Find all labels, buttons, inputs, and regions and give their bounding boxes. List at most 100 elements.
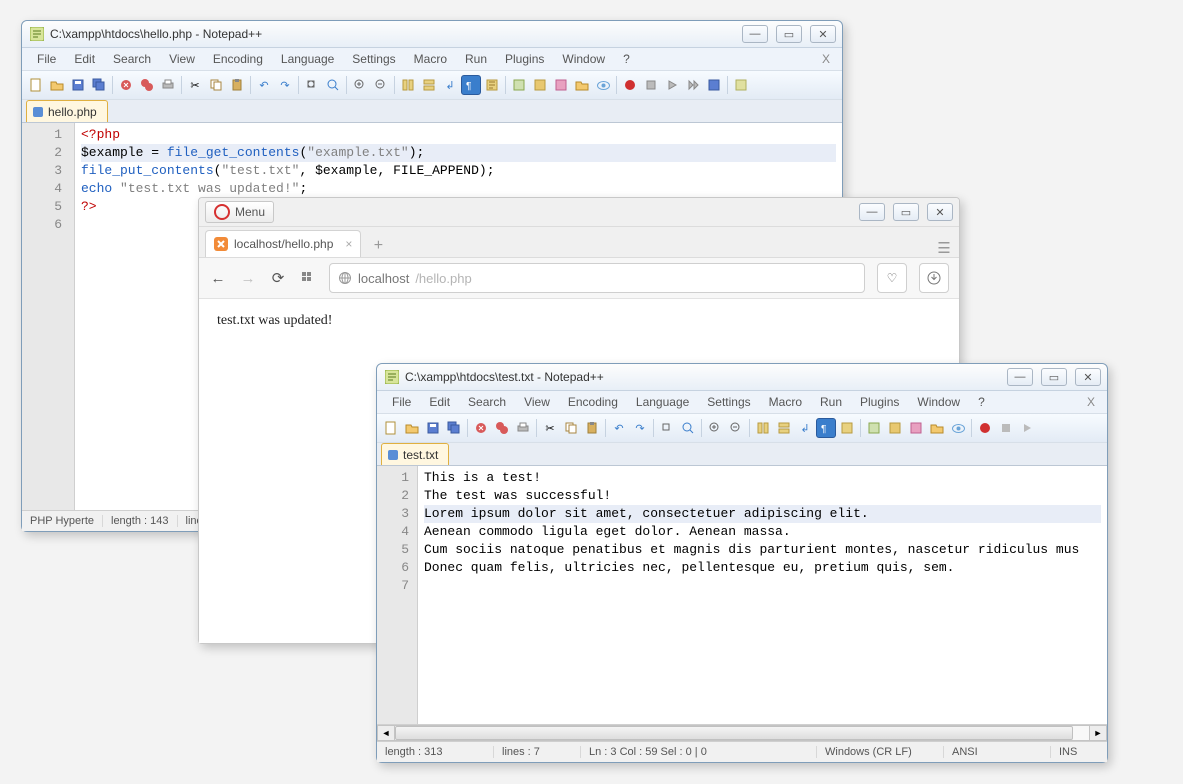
file-tab-hello[interactable]: hello.php bbox=[26, 100, 108, 122]
show-all-icon[interactable]: ¶ bbox=[816, 418, 836, 438]
minimize-button[interactable]: — bbox=[859, 203, 885, 221]
scroll-track[interactable] bbox=[395, 725, 1089, 741]
menu-run[interactable]: Run bbox=[811, 395, 851, 409]
print-icon[interactable] bbox=[513, 418, 533, 438]
close-all-icon[interactable] bbox=[137, 75, 157, 95]
file-tab-test[interactable]: test.txt bbox=[381, 443, 449, 465]
paste-icon[interactable] bbox=[227, 75, 247, 95]
menu-help[interactable]: ? bbox=[614, 52, 639, 66]
extra-icon[interactable] bbox=[731, 75, 751, 95]
menu-macro[interactable]: Macro bbox=[760, 395, 811, 409]
wrap-icon[interactable]: ↲ bbox=[440, 75, 460, 95]
save-icon[interactable] bbox=[68, 75, 88, 95]
copy-icon[interactable] bbox=[206, 75, 226, 95]
copy-icon[interactable] bbox=[561, 418, 581, 438]
menu-language[interactable]: Language bbox=[272, 52, 343, 66]
close-file-icon[interactable] bbox=[116, 75, 136, 95]
open-file-icon[interactable] bbox=[402, 418, 422, 438]
indent-guide-icon[interactable] bbox=[482, 75, 502, 95]
reload-button[interactable]: ⟳ bbox=[269, 269, 287, 287]
stop-icon[interactable] bbox=[641, 75, 661, 95]
stop-icon[interactable] bbox=[996, 418, 1016, 438]
menu-plugins[interactable]: Plugins bbox=[851, 395, 908, 409]
new-tab-button[interactable]: + bbox=[367, 235, 389, 257]
cut-icon[interactable]: ✂ bbox=[185, 75, 205, 95]
undo-icon[interactable]: ↶ bbox=[254, 75, 274, 95]
browser-titlebar[interactable]: Menu — ▭ ✕ bbox=[199, 198, 959, 227]
func-list-icon[interactable] bbox=[906, 418, 926, 438]
bookmark-button[interactable]: ♡ bbox=[877, 263, 907, 293]
menu-view[interactable]: View bbox=[515, 395, 559, 409]
sync-v-icon[interactable] bbox=[753, 418, 773, 438]
menu-encoding[interactable]: Encoding bbox=[204, 52, 272, 66]
menu-file[interactable]: File bbox=[28, 52, 65, 66]
maximize-button[interactable]: ▭ bbox=[893, 203, 919, 221]
menu-language[interactable]: Language bbox=[627, 395, 698, 409]
save-macro-icon[interactable] bbox=[704, 75, 724, 95]
zoom-in-icon[interactable] bbox=[350, 75, 370, 95]
print-icon[interactable] bbox=[158, 75, 178, 95]
redo-icon[interactable]: ↷ bbox=[630, 418, 650, 438]
code-area[interactable]: This is a test! The test was successful!… bbox=[418, 466, 1107, 724]
close-all-icon[interactable] bbox=[492, 418, 512, 438]
save-all-icon[interactable] bbox=[89, 75, 109, 95]
folder-icon[interactable] bbox=[572, 75, 592, 95]
play-icon[interactable] bbox=[662, 75, 682, 95]
downloads-button[interactable] bbox=[919, 263, 949, 293]
menu-settings[interactable]: Settings bbox=[698, 395, 759, 409]
menu-help[interactable]: ? bbox=[969, 395, 994, 409]
undo-icon[interactable]: ↶ bbox=[609, 418, 629, 438]
open-file-icon[interactable] bbox=[47, 75, 67, 95]
titlebar[interactable]: C:\xampp\htdocs\hello.php - Notepad++ — … bbox=[22, 21, 842, 48]
monitor-icon[interactable] bbox=[948, 418, 968, 438]
sync-h-icon[interactable] bbox=[774, 418, 794, 438]
close-file-icon[interactable] bbox=[471, 418, 491, 438]
zoom-out-icon[interactable] bbox=[371, 75, 391, 95]
paste-icon[interactable] bbox=[582, 418, 602, 438]
sync-h-icon[interactable] bbox=[419, 75, 439, 95]
lang-icon[interactable] bbox=[509, 75, 529, 95]
save-icon[interactable] bbox=[423, 418, 443, 438]
address-bar[interactable]: localhost/hello.php bbox=[329, 263, 865, 293]
find-icon[interactable] bbox=[302, 75, 322, 95]
menubar-close-icon[interactable]: X bbox=[1087, 395, 1101, 409]
menu-search[interactable]: Search bbox=[459, 395, 515, 409]
titlebar[interactable]: C:\xampp\htdocs\test.txt - Notepad++ — ▭… bbox=[377, 364, 1107, 391]
replace-icon[interactable] bbox=[323, 75, 343, 95]
menu-edit[interactable]: Edit bbox=[65, 52, 104, 66]
new-file-icon[interactable] bbox=[26, 75, 46, 95]
scroll-left-button[interactable]: ◄ bbox=[377, 725, 395, 741]
menu-plugins[interactable]: Plugins bbox=[496, 52, 553, 66]
folder-icon[interactable] bbox=[927, 418, 947, 438]
doc-map-icon[interactable] bbox=[885, 418, 905, 438]
menu-view[interactable]: View bbox=[160, 52, 204, 66]
minimize-button[interactable]: — bbox=[742, 25, 768, 43]
record-icon[interactable] bbox=[620, 75, 640, 95]
back-button[interactable]: ← bbox=[209, 269, 227, 287]
opera-menu-button[interactable]: Menu bbox=[205, 201, 274, 223]
menu-settings[interactable]: Settings bbox=[343, 52, 404, 66]
scroll-thumb[interactable] bbox=[395, 726, 1073, 740]
find-icon[interactable] bbox=[657, 418, 677, 438]
wrap-icon[interactable]: ↲ bbox=[795, 418, 815, 438]
indent-guide-icon[interactable] bbox=[837, 418, 857, 438]
menubar-close-icon[interactable]: X bbox=[822, 52, 836, 66]
tab-menu-icon[interactable]: ☰ bbox=[935, 239, 953, 257]
show-all-icon[interactable]: ¶ bbox=[461, 75, 481, 95]
menu-file[interactable]: File bbox=[383, 395, 420, 409]
close-button[interactable]: ✕ bbox=[1075, 368, 1101, 386]
replace-icon[interactable] bbox=[678, 418, 698, 438]
browser-tab[interactable]: localhost/hello.php × bbox=[205, 230, 361, 257]
menu-window[interactable]: Window bbox=[908, 395, 969, 409]
record-icon[interactable] bbox=[975, 418, 995, 438]
cut-icon[interactable]: ✂ bbox=[540, 418, 560, 438]
new-file-icon[interactable] bbox=[381, 418, 401, 438]
minimize-button[interactable]: — bbox=[1007, 368, 1033, 386]
zoom-out-icon[interactable] bbox=[726, 418, 746, 438]
fast-icon[interactable] bbox=[683, 75, 703, 95]
horizontal-scrollbar[interactable]: ◄ ► bbox=[377, 724, 1107, 741]
menu-edit[interactable]: Edit bbox=[420, 395, 459, 409]
menu-run[interactable]: Run bbox=[456, 52, 496, 66]
speed-dial-button[interactable] bbox=[299, 269, 317, 287]
code-editor[interactable]: 123 456 7 This is a test! The test was s… bbox=[377, 466, 1107, 724]
